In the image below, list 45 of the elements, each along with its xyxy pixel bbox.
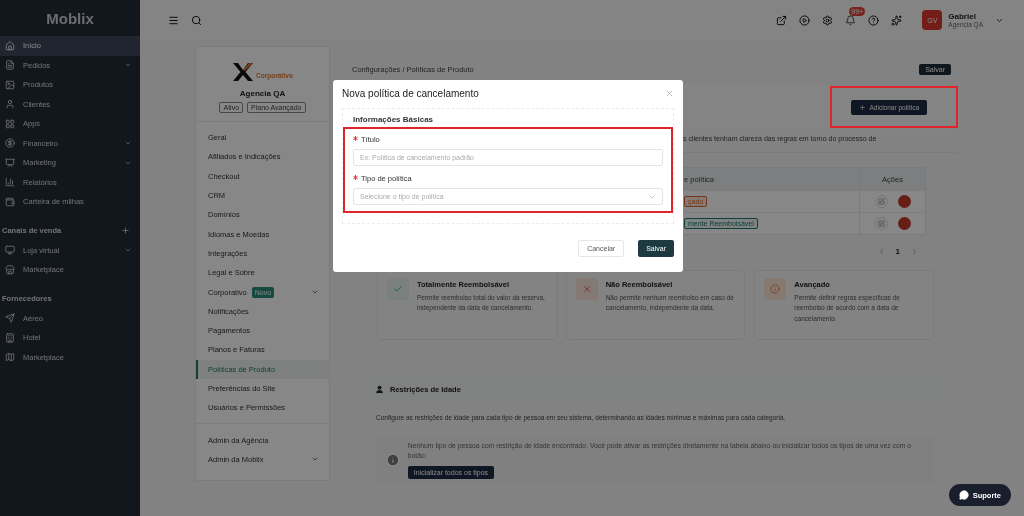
section-title: Informações Básicas xyxy=(353,115,435,124)
nav-icon xyxy=(5,40,15,51)
person-icon xyxy=(375,384,384,394)
delete-button[interactable] xyxy=(897,195,911,208)
info-icon xyxy=(764,278,787,300)
close-icon[interactable] xyxy=(665,89,674,98)
nav-icon xyxy=(5,60,15,71)
nav-icon xyxy=(5,99,15,110)
nav-icon xyxy=(5,196,15,207)
check-icon xyxy=(387,278,409,300)
add-icon[interactable] xyxy=(121,225,130,235)
nav-icon xyxy=(5,79,15,90)
edit-icon xyxy=(877,198,885,205)
edit-icon xyxy=(877,220,885,227)
search-icon[interactable] xyxy=(191,14,202,26)
nav-icon xyxy=(5,245,15,256)
nav-icon xyxy=(5,157,15,168)
required-icon xyxy=(353,175,358,180)
plus-icon xyxy=(858,103,866,111)
required-icon xyxy=(353,136,358,141)
modal-title: Nova política de cancelamento xyxy=(342,88,479,99)
org-name: Agencia QA xyxy=(238,89,287,98)
chat-icon xyxy=(958,490,969,500)
nav-icon xyxy=(5,332,15,343)
sparkle-icon[interactable] xyxy=(891,14,903,26)
menu-icon[interactable] xyxy=(168,14,179,26)
help-icon[interactable] xyxy=(868,14,880,26)
page-number[interactable]: 1 xyxy=(895,247,900,256)
external-link-icon[interactable] xyxy=(776,14,788,26)
play-icon[interactable] xyxy=(799,14,811,26)
delete-button[interactable] xyxy=(897,217,911,230)
nav-icon xyxy=(5,313,15,324)
info-icon xyxy=(386,453,400,468)
nav-icon xyxy=(5,177,15,188)
nav-icon xyxy=(5,138,15,149)
chevron-icon xyxy=(311,288,319,296)
settings-icon[interactable] xyxy=(822,14,834,26)
nav-icon xyxy=(5,264,15,275)
app-logo: Moblix xyxy=(45,10,95,29)
brand-logo-icon xyxy=(232,62,255,82)
cross-icon xyxy=(575,278,598,300)
nav-icon xyxy=(5,118,15,129)
nav-icon xyxy=(5,352,15,363)
user-name: Gabriel xyxy=(948,12,977,21)
bell-icon[interactable] xyxy=(845,14,857,26)
